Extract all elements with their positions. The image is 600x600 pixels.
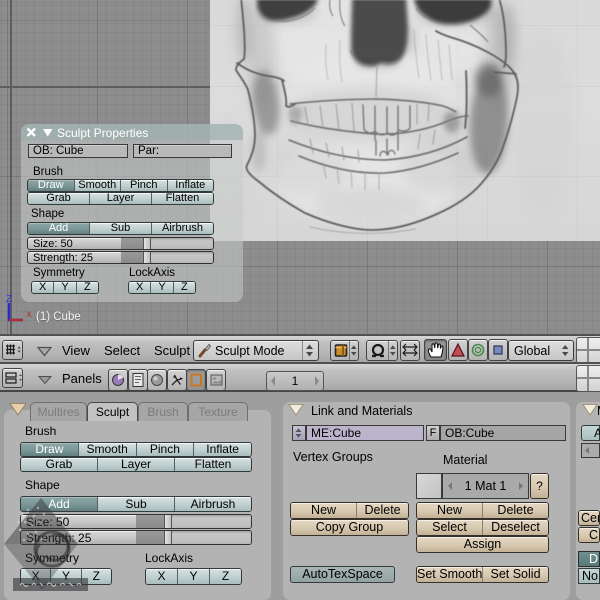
- svg-text:Z: Z: [6, 295, 12, 305]
- svg-text:x: x: [26, 310, 32, 321]
